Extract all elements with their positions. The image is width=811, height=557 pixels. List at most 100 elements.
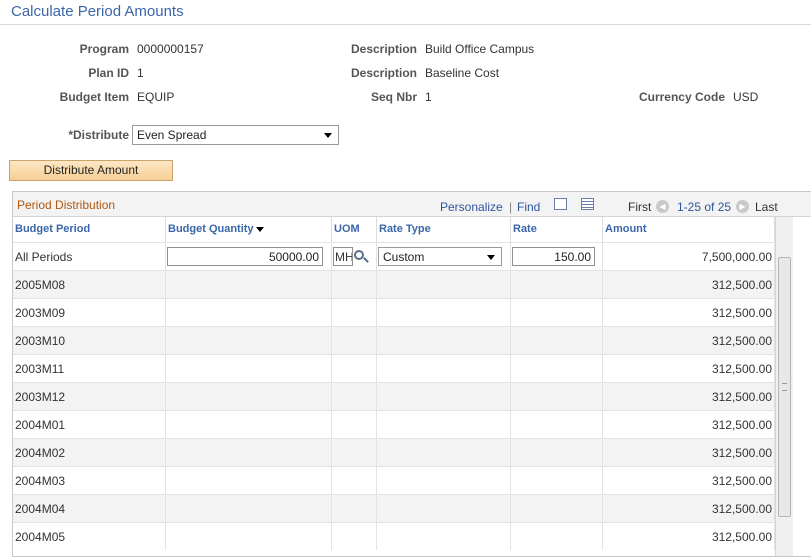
chevron-left-icon[interactable]: ◀	[656, 200, 669, 213]
rate-type-cell	[377, 383, 511, 410]
amount-cell: 312,500.00	[603, 271, 775, 298]
sort-descending-icon	[255, 226, 264, 232]
period-cell: 2004M03	[13, 467, 166, 494]
rate-input[interactable]: 150.00	[512, 247, 595, 266]
distribute-amount-button[interactable]: Distribute Amount	[9, 160, 173, 181]
uom-cell	[332, 383, 377, 410]
program-label: Program	[79, 42, 129, 56]
grid-navigation-bar: Period Distribution Personalize | Find F…	[13, 192, 811, 217]
find-link[interactable]: Find	[517, 200, 540, 214]
amount-cell: 312,500.00	[603, 299, 775, 326]
quantity-cell	[166, 523, 332, 550]
quantity-cell	[166, 439, 332, 466]
amount-cell: 312,500.00	[603, 355, 775, 382]
uom-cell	[332, 439, 377, 466]
table-row: 2005M08 312,500.00	[13, 270, 775, 298]
column-header-label: Budget Quantity	[168, 223, 254, 235]
table-row: 2004M03 312,500.00	[13, 466, 775, 494]
view-all-icon[interactable]	[554, 198, 567, 210]
rate-cell: 150.00	[511, 243, 603, 270]
rate-cell	[511, 439, 603, 466]
rate-type-select[interactable]: Custom	[378, 247, 502, 266]
period-cell: 2003M10	[13, 327, 166, 354]
description-value: Build Office Campus	[425, 42, 535, 56]
column-header-uom[interactable]: UOM	[332, 217, 377, 242]
column-header-rate[interactable]: Rate	[511, 217, 603, 242]
uom-input[interactable]: MH	[333, 247, 353, 266]
personalize-link[interactable]: Personalize	[440, 200, 503, 214]
amount-cell: 312,500.00	[603, 383, 775, 410]
rate-cell	[511, 299, 603, 326]
period-distribution-grid: Period Distribution Personalize | Find F…	[12, 191, 811, 557]
page-title: Calculate Period Amounts	[11, 3, 184, 20]
amount-cell: 312,500.00	[603, 467, 775, 494]
chevron-right-icon[interactable]: ▶	[736, 200, 749, 213]
last-label: Last	[755, 200, 778, 214]
rate-cell	[511, 271, 603, 298]
rate-type-cell	[377, 327, 511, 354]
rate-type-cell	[377, 411, 511, 438]
title-divider	[0, 24, 811, 25]
period-cell: 2004M01	[13, 411, 166, 438]
budget-item-label: Budget Item	[59, 90, 129, 104]
uom-cell	[332, 523, 377, 550]
rate-cell	[511, 327, 603, 354]
table-row: 2003M11 312,500.00	[13, 354, 775, 382]
column-header-amount[interactable]: Amount	[603, 217, 775, 242]
plan-id-label: Plan ID	[88, 66, 129, 80]
plan-id-value: 1	[137, 66, 144, 80]
column-header-label: Amount	[605, 223, 647, 235]
description-label: Description	[350, 42, 417, 56]
column-header-rate-type[interactable]: Rate Type	[377, 217, 511, 242]
quantity-cell	[166, 383, 332, 410]
table-row: 2004M02 312,500.00	[13, 438, 775, 466]
amount-cell: 312,500.00	[603, 327, 775, 354]
quantity-cell	[166, 467, 332, 494]
budget-quantity-input[interactable]: 50000.00	[167, 247, 323, 266]
period-cell: 2004M05	[13, 523, 166, 550]
rate-cell	[511, 383, 603, 410]
rate-type-cell	[377, 299, 511, 326]
amount-cell: 312,500.00	[603, 523, 775, 550]
table-row: 2003M10 312,500.00	[13, 326, 775, 354]
rate-cell	[511, 467, 603, 494]
table-row: 2004M04 312,500.00	[13, 494, 775, 522]
uom-cell	[332, 411, 377, 438]
grip-icon	[782, 383, 787, 391]
quantity-cell	[166, 327, 332, 354]
column-header-budget-period[interactable]: Budget Period	[13, 217, 166, 242]
column-header-label: Rate Type	[379, 223, 431, 235]
plan-description-value: Baseline Cost	[425, 66, 500, 80]
distribute-select[interactable]: Even Spread	[132, 125, 339, 145]
rate-cell	[511, 411, 603, 438]
period-cell: 2003M09	[13, 299, 166, 326]
column-header-budget-quantity[interactable]: Budget Quantity	[166, 217, 332, 242]
distribute-selected-value: Even Spread	[137, 128, 207, 142]
magnifier-icon[interactable]	[354, 250, 364, 260]
rate-type-cell	[377, 523, 511, 550]
amount-cell: 312,500.00	[603, 495, 775, 522]
period-cell: 2005M08	[13, 271, 166, 298]
currency-code-label: Currency Code	[638, 90, 725, 104]
uom-cell	[332, 355, 377, 382]
period-cell: All Periods	[13, 243, 166, 270]
program-value: 0000000157	[137, 42, 204, 56]
column-header-label: Budget Period	[15, 223, 91, 235]
rate-cell	[511, 495, 603, 522]
period-cell: 2003M11	[13, 355, 166, 382]
quantity-cell: 50000.00	[166, 243, 332, 270]
spreadsheet-icon[interactable]	[581, 198, 594, 210]
rate-type-selected-value: Custom	[383, 250, 425, 264]
scrollbar-thumb[interactable]	[778, 257, 791, 517]
vertical-scrollbar[interactable]	[775, 217, 793, 556]
column-header-label: UOM	[334, 223, 360, 235]
period-cell: 2004M02	[13, 439, 166, 466]
quantity-cell	[166, 271, 332, 298]
quantity-cell	[166, 411, 332, 438]
uom-cell	[332, 327, 377, 354]
period-cell: 2003M12	[13, 383, 166, 410]
table-row: 2004M05 312,500.00	[13, 522, 775, 550]
rate-type-cell	[377, 355, 511, 382]
uom-cell	[332, 271, 377, 298]
uom-cell	[332, 467, 377, 494]
